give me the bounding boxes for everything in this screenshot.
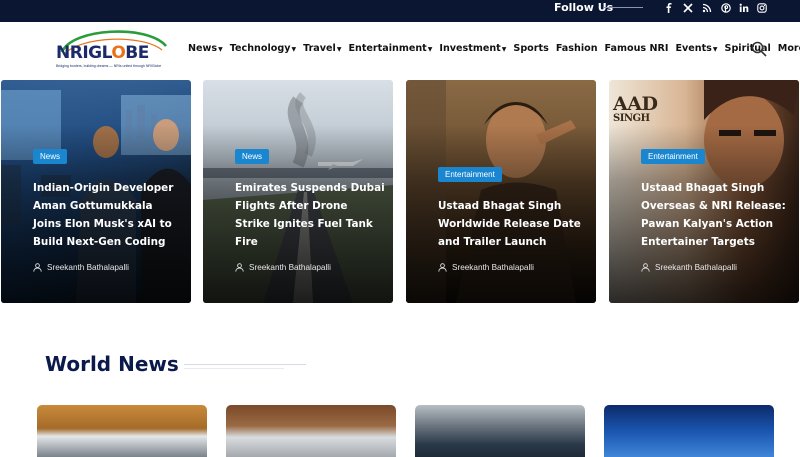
card-author[interactable]: Sreekanth Bathalapalli (235, 263, 331, 272)
card-title[interactable]: Indian-Origin Developer Aman Gottumukkal… (33, 179, 183, 251)
news-thumbnail-globe[interactable] (604, 405, 774, 457)
card-title[interactable]: Emirates Suspends Dubai Flights After Dr… (235, 179, 385, 251)
logo-tagline: Bridging borders, building dreams — NRIs… (56, 64, 162, 68)
news-thumbnail-meeting[interactable] (415, 405, 585, 457)
site-logo[interactable]: NRIGLOBE Bridging borders, building drea… (52, 26, 170, 76)
search-icon[interactable] (751, 41, 767, 57)
card-author[interactable]: Sreekanth Bathalapalli (641, 263, 737, 272)
featured-card[interactable]: AADSINGH Entertainment Ustaad Bhagat Sin… (609, 80, 799, 303)
category-badge[interactable]: News (235, 149, 270, 164)
section-divider (184, 364, 306, 365)
follow-divider (603, 7, 643, 8)
chevron-down-icon: ▼ (336, 45, 342, 53)
linkedin-icon[interactable] (737, 1, 751, 15)
rss-icon[interactable] (700, 1, 714, 15)
nav-item-more[interactable]: More▼ (778, 43, 800, 54)
nav-item-fashion[interactable]: Fashion (556, 43, 598, 54)
news-thumbnail-suv[interactable] (226, 405, 396, 457)
pinterest-icon[interactable] (719, 1, 733, 15)
chevron-down-icon: ▼ (291, 45, 297, 53)
card-title[interactable]: Ustaad Bhagat Singh Worldwide Release Da… (438, 197, 588, 251)
category-badge[interactable]: Entertainment (438, 167, 502, 182)
featured-card[interactable]: News Indian-Origin Developer Aman Gottum… (1, 80, 191, 303)
facebook-icon[interactable] (662, 1, 676, 15)
nav-item-sports[interactable]: Sports (513, 43, 548, 54)
card-title[interactable]: Ustaad Bhagat Singh Overseas & NRI Relea… (641, 179, 791, 251)
featured-card[interactable]: Entertainment Ustaad Bhagat Singh Worldw… (406, 80, 596, 303)
section-title: World News (45, 352, 179, 376)
card-author[interactable]: Sreekanth Bathalapalli (438, 263, 534, 272)
card-author[interactable]: Sreekanth Bathalapalli (33, 263, 129, 272)
nav-item-technology[interactable]: Technology ▼ (230, 43, 296, 54)
nav-item-news[interactable]: News ▼ (188, 43, 223, 54)
top-bar: Follow Us (0, 0, 800, 22)
section-divider-secondary (184, 368, 284, 369)
chevron-down-icon: ▼ (427, 45, 433, 53)
instagram-icon[interactable] (755, 1, 769, 15)
follow-us-label: Follow Us (554, 1, 614, 14)
chevron-down-icon: ▼ (712, 45, 718, 53)
user-icon (33, 263, 42, 272)
user-icon (641, 263, 650, 272)
nav-item-entertainment[interactable]: Entertainment ▼ (348, 43, 432, 54)
user-icon (438, 263, 447, 272)
chevron-down-icon: ▼ (218, 45, 223, 53)
nav-item-travel[interactable]: Travel ▼ (303, 43, 341, 54)
news-thumbnail-car[interactable] (37, 405, 207, 457)
category-badge[interactable]: Entertainment (641, 149, 705, 164)
site-header: NRIGLOBE Bridging borders, building drea… (0, 22, 800, 80)
nav-item-famous-nri[interactable]: Famous NRI (605, 43, 669, 54)
logo-wordmark: NRIGLOBE (56, 43, 149, 63)
nav-item-investment[interactable]: Investment ▼ (439, 43, 506, 54)
featured-card[interactable]: News Emirates Suspends Dubai Flights Aft… (203, 80, 393, 303)
x-icon[interactable] (681, 1, 695, 15)
user-icon (235, 263, 244, 272)
category-badge[interactable]: News (33, 149, 68, 164)
chevron-down-icon: ▼ (501, 45, 507, 53)
nav-item-events[interactable]: Events ▼ (675, 43, 717, 54)
main-nav: News ▼ Technology ▼ Travel ▼ Entertainment ▼… (188, 40, 800, 56)
